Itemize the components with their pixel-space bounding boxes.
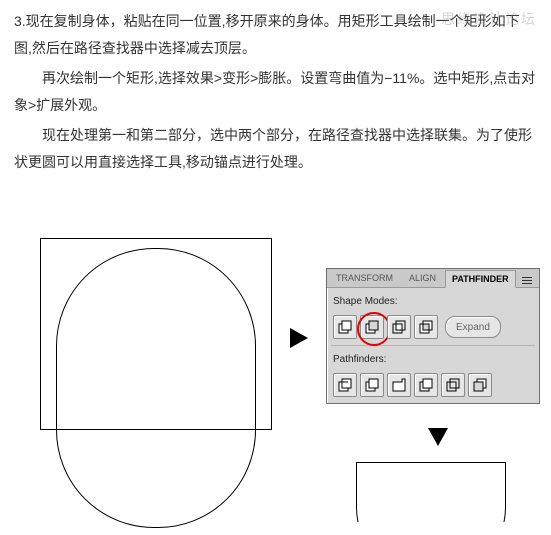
- merge-icon[interactable]: [387, 373, 411, 397]
- arrow-down-icon: [428, 428, 448, 446]
- pathfinders-label: Pathfinders:: [327, 346, 539, 371]
- illustration-area: TRANSFORM ALIGN PATHFINDER Shape Modes: …: [0, 228, 551, 528]
- tab-align[interactable]: ALIGN: [402, 269, 443, 287]
- expand-button[interactable]: Expand: [445, 316, 501, 338]
- pathfinders-row: [327, 371, 539, 403]
- example-rounded-body: [56, 248, 256, 528]
- paragraph-1: 3.现在复制身体，粘贴在同一位置,移开原来的身体。用矩形工具绘制一个矩形如下图,…: [14, 8, 537, 61]
- paragraph-3: 现在处理第一和第二部分，选中两个部分，在路径查找器中选择联集。为了使形状更圆可以…: [14, 122, 537, 175]
- minus-back-icon[interactable]: [468, 373, 492, 397]
- result-shape: [356, 462, 506, 522]
- shape-modes-row: Expand: [327, 313, 539, 345]
- tab-transform[interactable]: TRANSFORM: [329, 269, 400, 287]
- tab-pathfinder[interactable]: PATHFINDER: [445, 270, 516, 288]
- unite-icon[interactable]: [333, 315, 357, 339]
- pathfinder-panel: TRANSFORM ALIGN PATHFINDER Shape Modes: …: [326, 268, 540, 404]
- minus-front-icon[interactable]: [360, 315, 384, 339]
- trim-icon[interactable]: [360, 373, 384, 397]
- exclude-icon[interactable]: [414, 315, 438, 339]
- panel-tabs: TRANSFORM ALIGN PATHFINDER: [327, 269, 539, 288]
- paragraph-2: 再次绘制一个矩形,选择效果>变形>膨胀。设置弯曲值为−11%。选中矩形,点击对象…: [14, 65, 537, 118]
- crop-icon[interactable]: [414, 373, 438, 397]
- shape-modes-label: Shape Modes:: [327, 288, 539, 313]
- panel-menu-icon[interactable]: [522, 273, 539, 287]
- intersect-icon[interactable]: [387, 315, 411, 339]
- outline-icon[interactable]: [441, 373, 465, 397]
- arrow-right-icon: [290, 328, 308, 348]
- divide-icon[interactable]: [333, 373, 357, 397]
